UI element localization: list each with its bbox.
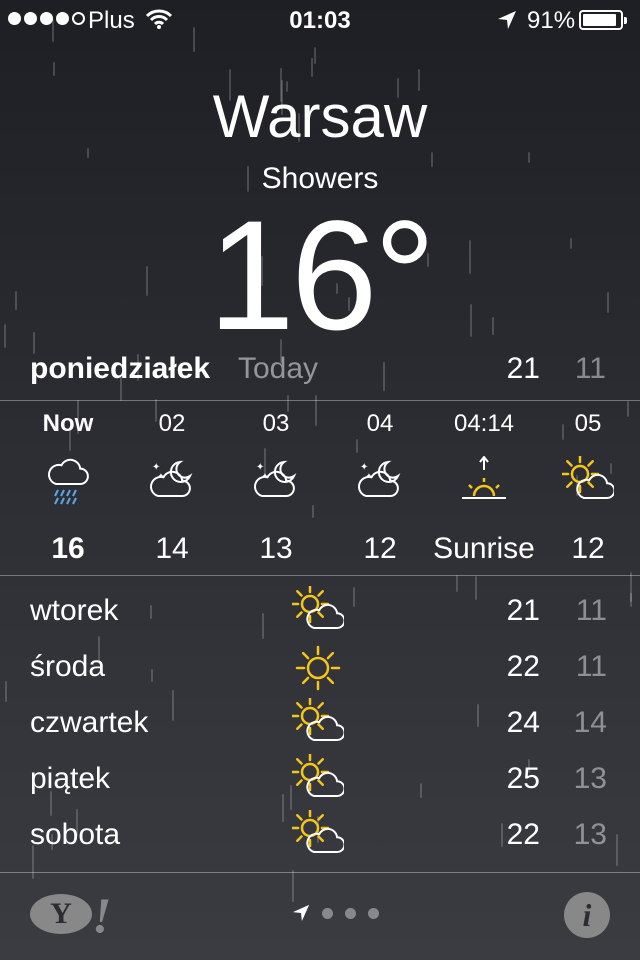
- hour-temperature: 13: [259, 532, 293, 565]
- divider: [0, 575, 640, 576]
- hour-label: 02: [158, 410, 186, 437]
- daily-icon-3: [290, 752, 346, 806]
- day-name: sobota: [30, 818, 121, 851]
- location-arrow-icon: [498, 11, 516, 29]
- hour-label: 04:14: [453, 410, 515, 437]
- hourly-icon-0: [42, 456, 94, 508]
- day-name: wtorek: [30, 594, 119, 627]
- day-high: 21: [506, 594, 540, 627]
- hour-label: 05: [574, 410, 602, 437]
- yahoo-logo-icon: Y: [30, 894, 92, 934]
- hour-label: Now: [42, 410, 94, 437]
- partly-sunny-icon: [290, 808, 346, 853]
- partly-sunny-icon: [290, 584, 346, 629]
- divider: [0, 872, 640, 873]
- hourly-icon-5: [560, 454, 616, 508]
- partly-sunny-icon: [290, 696, 346, 741]
- rain-streak: [291, 870, 294, 903]
- battery-percent: 91%: [527, 7, 576, 34]
- day-low: 13: [573, 762, 607, 795]
- info-button[interactable]: i: [564, 892, 610, 938]
- night-partly-cloudy-icon: ✦✦: [358, 460, 401, 497]
- daily-row: środa 22 11: [0, 642, 640, 698]
- hour-temperature: Sunrise: [433, 532, 535, 565]
- hour-label: 04: [366, 410, 394, 437]
- partly-sunny-icon: [560, 454, 616, 499]
- day-low: 11: [575, 594, 607, 627]
- daily-icon-0: [290, 584, 346, 638]
- hourly-icon-2: ✦ ✦: [250, 456, 302, 508]
- rain-cloud-icon: [48, 458, 89, 505]
- day-high: 25: [506, 762, 540, 795]
- sunny-icon: [295, 645, 341, 691]
- hourly-forecast[interactable]: Now 16 02 ✦ ✦ 14 03 ✦ ✦ 13 04 ✦ ✦ 12 04:14 …: [0, 400, 640, 575]
- sunrise-icon: [462, 455, 506, 499]
- hourly-icon-4: [458, 455, 510, 508]
- day-high: 22: [506, 650, 540, 683]
- hour-label: 03: [262, 410, 290, 437]
- hour-temperature: 14: [155, 532, 189, 565]
- partly-sunny-icon: [290, 752, 346, 797]
- day-low: 11: [575, 650, 607, 683]
- day-low: 14: [573, 706, 607, 739]
- day-high: 24: [506, 706, 540, 739]
- hour-temperature: 16: [51, 532, 85, 565]
- hourly-icon-3: ✦ ✦: [354, 456, 406, 508]
- hourly-icon-1: ✦ ✦: [146, 456, 198, 508]
- day-low: 13: [573, 818, 607, 851]
- today-low: 11: [574, 352, 606, 385]
- hour-temperature: 12: [571, 532, 605, 565]
- daily-row: sobota 22 13: [0, 808, 640, 866]
- location-page-arrow-icon: [292, 904, 310, 922]
- night-partly-cloudy-icon: ✦✦: [254, 460, 297, 497]
- day-name: czwartek: [30, 706, 149, 739]
- today-day-name: poniedziałek: [30, 352, 211, 385]
- daily-icon-2: [290, 696, 346, 750]
- rain-streak: [52, 61, 55, 77]
- day-name: piątek: [30, 762, 111, 795]
- page-dot[interactable]: [322, 907, 333, 919]
- yahoo-logo-exclamation: !: [92, 887, 112, 943]
- daily-row: piątek 25 13: [0, 752, 640, 810]
- today-label: Today: [238, 352, 319, 385]
- day-high: 22: [506, 818, 540, 851]
- city-name: Warsaw: [212, 83, 428, 150]
- rain-streak: [310, 57, 313, 77]
- status-bar: Plus 01:03 91%: [0, 0, 640, 40]
- current-temperature: 16°: [208, 189, 436, 363]
- night-partly-cloudy-icon: ✦✦: [150, 460, 193, 497]
- hour-temperature: 12: [363, 532, 397, 565]
- day-name: środa: [30, 650, 106, 683]
- battery-icon: [579, 10, 627, 30]
- today-high: 21: [506, 352, 540, 385]
- page-dot[interactable]: [345, 907, 356, 919]
- today-summary-row: poniedziałek Today 21 11: [0, 352, 640, 392]
- daily-row: czwartek 24 14: [0, 696, 640, 754]
- daily-icon-1: [292, 642, 344, 694]
- daily-icon-4: [290, 808, 346, 862]
- page-dot[interactable]: [368, 907, 379, 919]
- daily-row: wtorek 21 11: [0, 584, 640, 642]
- yahoo-logo-button[interactable]: Y !: [30, 887, 111, 943]
- page-indicator[interactable]: [292, 904, 379, 922]
- rain-streak: [314, 46, 317, 64]
